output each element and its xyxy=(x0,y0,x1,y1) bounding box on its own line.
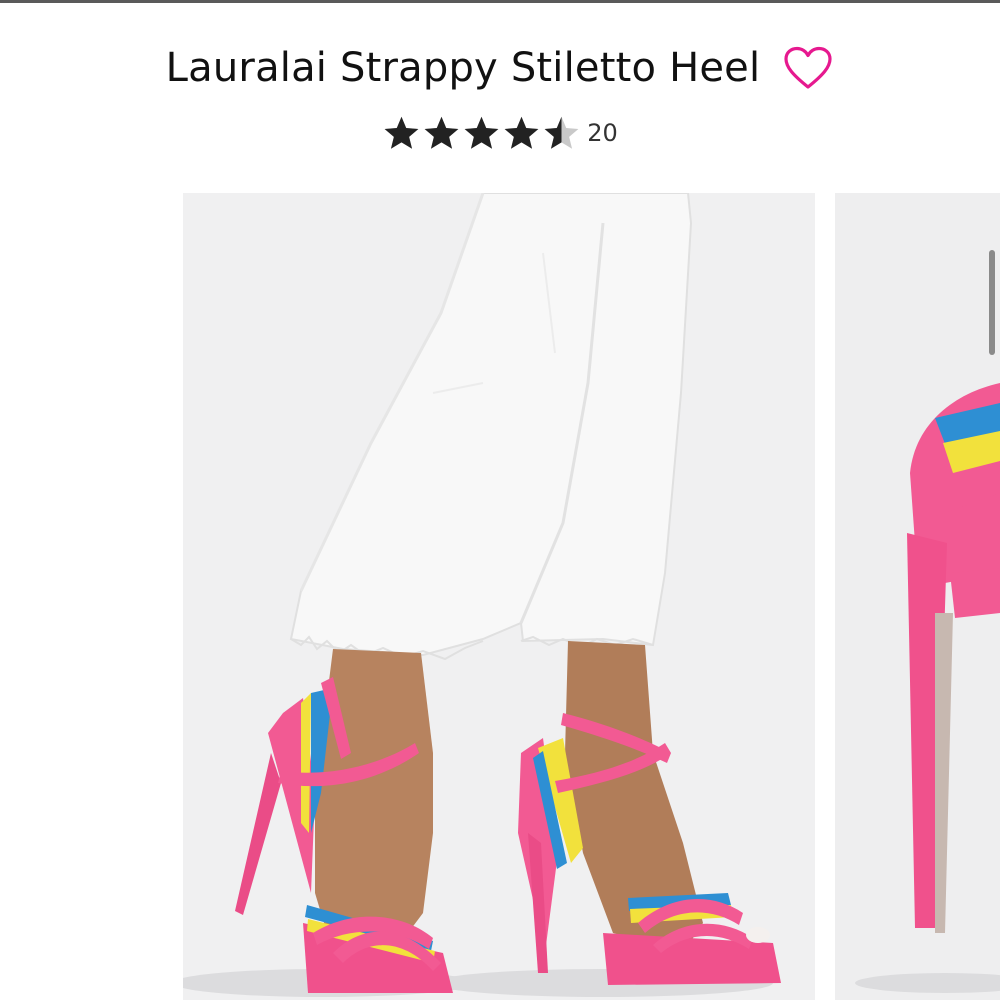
star-full-icon xyxy=(464,116,499,149)
top-divider xyxy=(0,0,1000,3)
star-full-icon xyxy=(424,116,459,149)
star-half-icon xyxy=(544,116,579,149)
scrollbar-thumb[interactable] xyxy=(989,250,995,355)
star-full-icon xyxy=(504,116,539,149)
heart-outline-icon xyxy=(784,46,832,89)
product-title: Lauralai Strappy Stiletto Heel xyxy=(165,45,761,91)
star-rating xyxy=(382,114,581,152)
rating-summary[interactable]: 20 xyxy=(0,110,1000,156)
image-carousel[interactable] xyxy=(0,193,1000,1000)
favorite-button[interactable] xyxy=(782,44,834,92)
star-full-icon xyxy=(384,116,419,149)
product-image-next[interactable] xyxy=(835,193,1000,1000)
product-header: Lauralai Strappy Stiletto Heel xyxy=(0,38,1000,98)
product-image-main[interactable] xyxy=(183,193,815,1000)
review-count[interactable]: 20 xyxy=(587,119,618,147)
